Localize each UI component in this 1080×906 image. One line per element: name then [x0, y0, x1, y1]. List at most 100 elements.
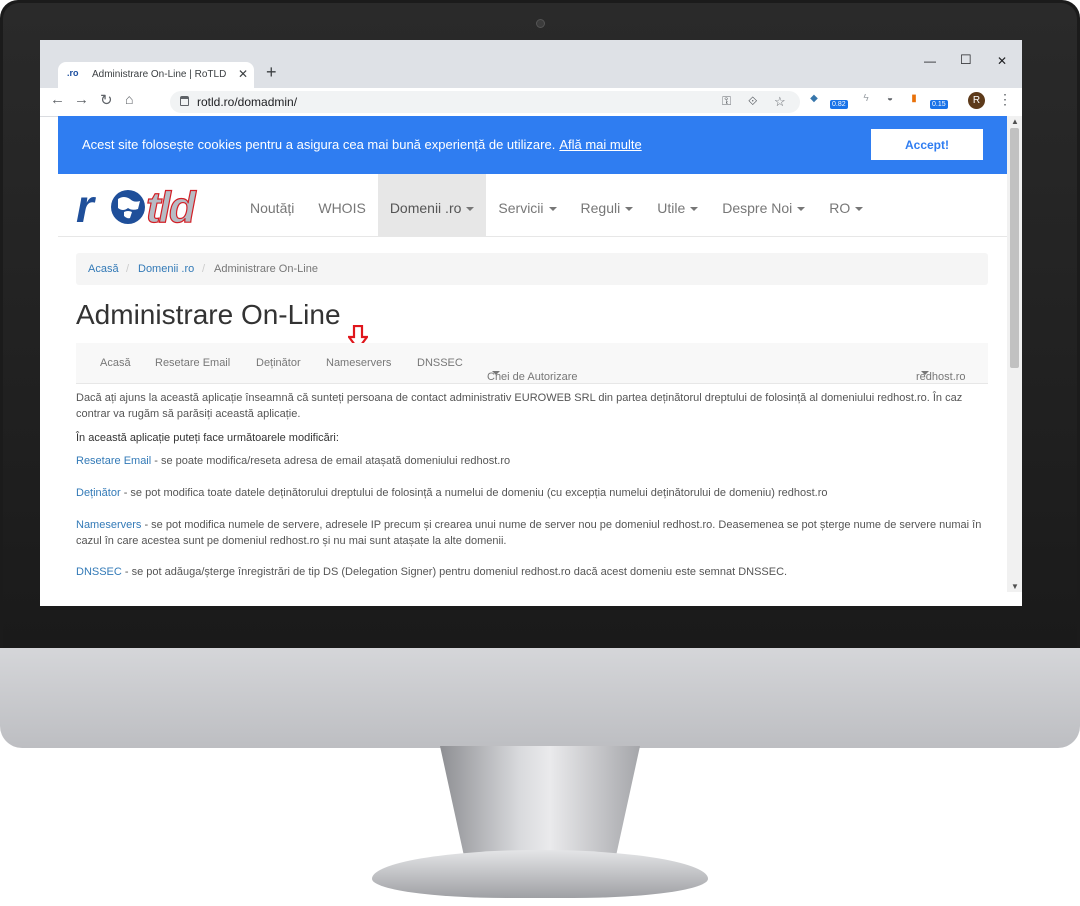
svg-text:tld: tld: [146, 184, 197, 228]
subnav-nameservers[interactable]: Nameservers: [326, 357, 391, 369]
bolt-extension-icon[interactable]: ϟ: [858, 91, 874, 107]
dnssec-link[interactable]: DNSSEC: [76, 566, 122, 578]
site-navbar: r tld Noutăți WHOIS Domenii .ro Servicii…: [58, 174, 1007, 237]
list-item: DNSSEC - se pot adăuga/șterge înregistră…: [76, 564, 988, 580]
svg-text:r: r: [76, 184, 96, 228]
menu-whois[interactable]: WHOIS: [306, 174, 377, 236]
caret-down-icon: [690, 207, 699, 212]
python-extension-icon[interactable]: ◆: [806, 91, 822, 107]
lock-icon: [180, 96, 189, 106]
cookie-banner: Acest site folosește cookies pentru a as…: [58, 116, 1007, 174]
meter-extension-icon[interactable]: 0.15: [930, 91, 950, 109]
accept-cookies-button[interactable]: Accept!: [871, 129, 983, 160]
page-viewport: Acest site folosește cookies pentru a as…: [58, 116, 1007, 592]
list-item: Nameservers - se pot modifica numele de …: [76, 517, 988, 549]
breadcrumb: Acasă / Domenii .ro / Administrare On-Li…: [76, 253, 988, 285]
battery-extension-icon[interactable]: ▮: [906, 91, 922, 107]
meter-badge: 0.15: [930, 100, 948, 109]
breadcrumb-separator: /: [126, 263, 130, 275]
close-tab-icon[interactable]: ✕: [238, 67, 248, 81]
breadcrumb-domains-link[interactable]: Domenii .ro: [138, 263, 194, 275]
holder-link[interactable]: Deținător: [76, 487, 121, 499]
nameservers-link[interactable]: Nameservers: [76, 519, 141, 531]
key-icon[interactable]: ⚿: [722, 94, 731, 109]
menu-label: RO: [829, 200, 851, 216]
profile-avatar[interactable]: R: [968, 92, 985, 109]
browser-menu-icon[interactable]: ⋮: [998, 91, 1012, 108]
reset-email-link[interactable]: Resetare Email: [76, 455, 151, 467]
screen: .ro Administrare On-Line | RoTLD - R ✕ +…: [40, 40, 1022, 606]
menu-reguli[interactable]: Reguli: [569, 174, 646, 236]
menu-language[interactable]: RO: [817, 174, 875, 236]
menu-servicii[interactable]: Servicii: [486, 174, 568, 236]
minimize-icon[interactable]: —: [924, 54, 936, 68]
maximize-icon[interactable]: ☐: [960, 52, 972, 68]
caret-down-icon: [492, 371, 500, 375]
address-bar[interactable]: rotld.ro/domadmin/ ⚿ ⟐ ☆: [170, 91, 800, 113]
list-item: Resetare Email - se poate modifica/reset…: [76, 453, 988, 469]
tab-title: Administrare On-Line | RoTLD - R: [92, 69, 228, 80]
speed-badge: 0.82: [830, 100, 848, 109]
close-window-icon[interactable]: ✕: [997, 54, 1007, 68]
menu-label: WHOIS: [318, 200, 366, 216]
menu-label: Servicii: [498, 200, 544, 216]
menu-domenii[interactable]: Domenii .ro: [377, 174, 487, 236]
breadcrumb-current: Administrare On-Line: [214, 263, 318, 275]
tab-strip: .ro Administrare On-Line | RoTLD - R ✕ +…: [40, 40, 1022, 88]
caret-down-icon: [625, 207, 634, 212]
breadcrumb-home-link[interactable]: Acasă: [88, 263, 119, 275]
reload-icon[interactable]: ↻: [100, 91, 113, 109]
scrollbar-thumb[interactable]: [1010, 128, 1019, 368]
browser-tab[interactable]: .ro Administrare On-Line | RoTLD - R ✕: [58, 62, 254, 88]
list-item-text: - se pot modifica toate datele deținător…: [120, 487, 828, 499]
menu-label: Utile: [657, 200, 686, 216]
subnav-home[interactable]: Acasă: [100, 357, 131, 369]
monitor-chin: [0, 648, 1080, 748]
cookie-message: Acest site folosește cookies pentru a as…: [82, 137, 642, 152]
caret-down-icon: [466, 207, 475, 212]
scroll-down-icon[interactable]: ▼: [1011, 582, 1019, 591]
breadcrumb-separator: /: [202, 263, 206, 275]
menu-label: Domenii .ro: [389, 200, 462, 216]
subnav-dnssec[interactable]: DNSSEC: [417, 357, 463, 369]
subnav-holder[interactable]: Deținător: [256, 357, 301, 369]
translate-icon[interactable]: ⟐: [748, 94, 757, 109]
home-icon[interactable]: ⌂: [125, 91, 133, 107]
menu-label: Despre Noi: [722, 200, 793, 216]
main-menu: Noutăți WHOIS Domenii .ro Servicii Regul…: [238, 174, 875, 236]
webcam: [536, 19, 545, 28]
tab-favicon: .ro: [67, 68, 79, 78]
monitor-stand-foot: [372, 850, 708, 898]
menu-utile[interactable]: Utile: [645, 174, 710, 236]
modifications-heading: În această aplicație puteți face următoa…: [76, 432, 339, 444]
intro-paragraph: Dacă ați ajuns la această aplicație înse…: [76, 392, 963, 420]
url-text: rotld.ro/domadmin/: [197, 95, 298, 109]
cookie-text: Acest site folosește cookies pentru a as…: [82, 137, 556, 152]
list-item-text: - se pot modifica numele de servere, adr…: [76, 519, 982, 547]
gauge-extension-icon[interactable]: ◒: [882, 91, 898, 107]
monitor-stand-neck: [440, 746, 640, 856]
rotld-logo[interactable]: r tld: [76, 180, 226, 233]
forward-icon[interactable]: →: [74, 91, 89, 108]
menu-noutati[interactable]: Noutăți: [238, 174, 306, 236]
list-item: Deținător - se pot modifica toate datele…: [76, 485, 988, 501]
domain-admin-subnav: Acasă Resetare Email Deținător Nameserve…: [76, 343, 988, 384]
scroll-up-icon[interactable]: ▲: [1011, 117, 1019, 126]
back-icon[interactable]: ←: [50, 91, 65, 108]
caret-down-icon: [797, 207, 806, 212]
caret-down-icon: [855, 207, 864, 212]
cookie-more-link[interactable]: Află mai multe: [559, 137, 641, 152]
menu-label: Reguli: [580, 200, 621, 216]
caret-down-icon: [548, 207, 557, 212]
page-title: Administrare On-Line: [76, 299, 341, 330]
speed-extension-icon[interactable]: 0.82: [830, 91, 850, 109]
browser-toolbar: ← → ↻ ⌂ rotld.ro/domadmin/ ⚿ ⟐ ☆ ◆ 0.82 …: [40, 88, 1022, 117]
subnav-reset-email[interactable]: Resetare Email: [155, 357, 230, 369]
new-tab-icon[interactable]: +: [266, 62, 277, 83]
list-item-text: - se pot adăuga/șterge înregistrări de t…: [121, 566, 788, 578]
menu-despre-noi[interactable]: Despre Noi: [710, 174, 817, 236]
page-scrollbar[interactable]: ▲ ▼: [1007, 116, 1022, 592]
subnav-auth-keys-label: Chei de Autorizare: [487, 371, 578, 383]
bookmark-star-icon[interactable]: ☆: [774, 94, 786, 110]
caret-down-icon: [921, 371, 929, 375]
